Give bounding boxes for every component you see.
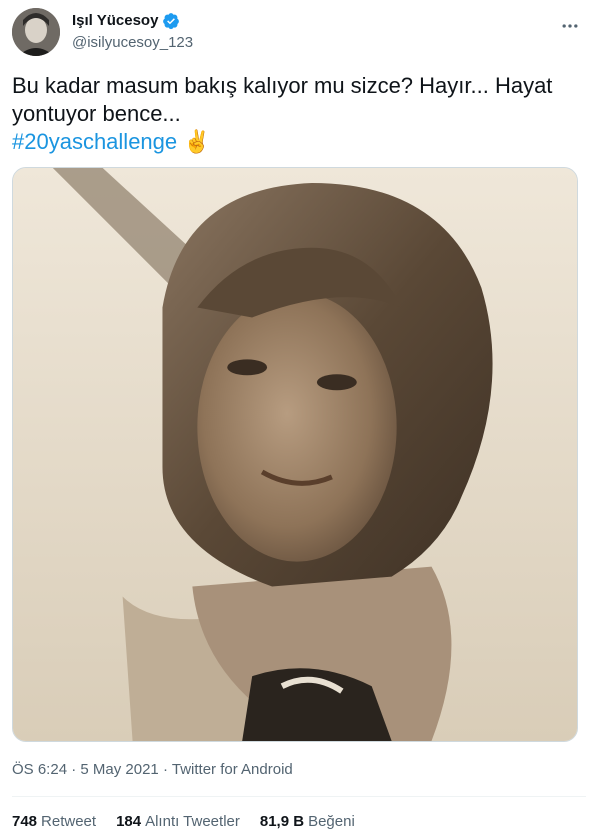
tweet-detail: Işıl Yücesoy @isilyucesoy_123 Bu kadar m… — [0, 0, 598, 834]
tweet-text-content: Bu kadar masum bakış kalıyor mu sizce? H… — [12, 73, 553, 126]
quote-tweets-count: 184 — [116, 813, 142, 830]
quote-tweets-stat[interactable]: 184 Alıntı Tweetler — [116, 812, 240, 832]
meta-separator: · — [71, 761, 77, 778]
tweet-header: Işıl Yücesoy @isilyucesoy_123 — [12, 8, 586, 58]
more-horizontal-icon — [562, 24, 578, 28]
more-options-button[interactable] — [558, 14, 582, 38]
divider — [12, 796, 586, 797]
tweet-date[interactable]: 5 May 2021 — [80, 761, 158, 778]
engagement-stats: 748 Retweet 184 Alıntı Tweetler 81,9 B Beğe… — [12, 812, 355, 832]
tweet-time[interactable]: ÖS 6:24 — [12, 761, 67, 778]
hashtag-link[interactable]: #20yaschallenge — [12, 129, 177, 154]
author-info: Işıl Yücesoy @isilyucesoy_123 — [72, 11, 193, 53]
likes-stat[interactable]: 81,9 B Beğeni — [260, 812, 355, 832]
retweets-count: 748 — [12, 813, 38, 830]
avatar[interactable] — [12, 8, 60, 56]
tweet-metadata: ÖS 6:24 · 5 May 2021 · Twitter for Andro… — [12, 760, 293, 780]
tweet-photo[interactable] — [12, 167, 578, 742]
likes-label: Beğeni — [308, 813, 355, 830]
tweet-text: Bu kadar masum bakış kalıyor mu sizce? H… — [12, 72, 572, 156]
retweets-stat[interactable]: 748 Retweet — [12, 812, 96, 832]
name-row: Işıl Yücesoy — [72, 11, 193, 31]
author-handle[interactable]: @isilyucesoy_123 — [72, 33, 193, 53]
victory-hand-emoji: ✌️ — [183, 129, 211, 154]
avatar-image — [12, 8, 60, 56]
retweets-label: Retweet — [41, 813, 97, 830]
tweet-source[interactable]: Twitter for Android — [172, 761, 293, 778]
photo-image — [13, 168, 577, 741]
likes-count: 81,9 B — [259, 813, 305, 830]
quote-tweets-label: Alıntı Tweetler — [145, 813, 240, 830]
verified-badge-icon — [162, 12, 180, 30]
author-display-name[interactable]: Işıl Yücesoy — [72, 11, 158, 31]
meta-separator-2: · — [162, 761, 168, 778]
